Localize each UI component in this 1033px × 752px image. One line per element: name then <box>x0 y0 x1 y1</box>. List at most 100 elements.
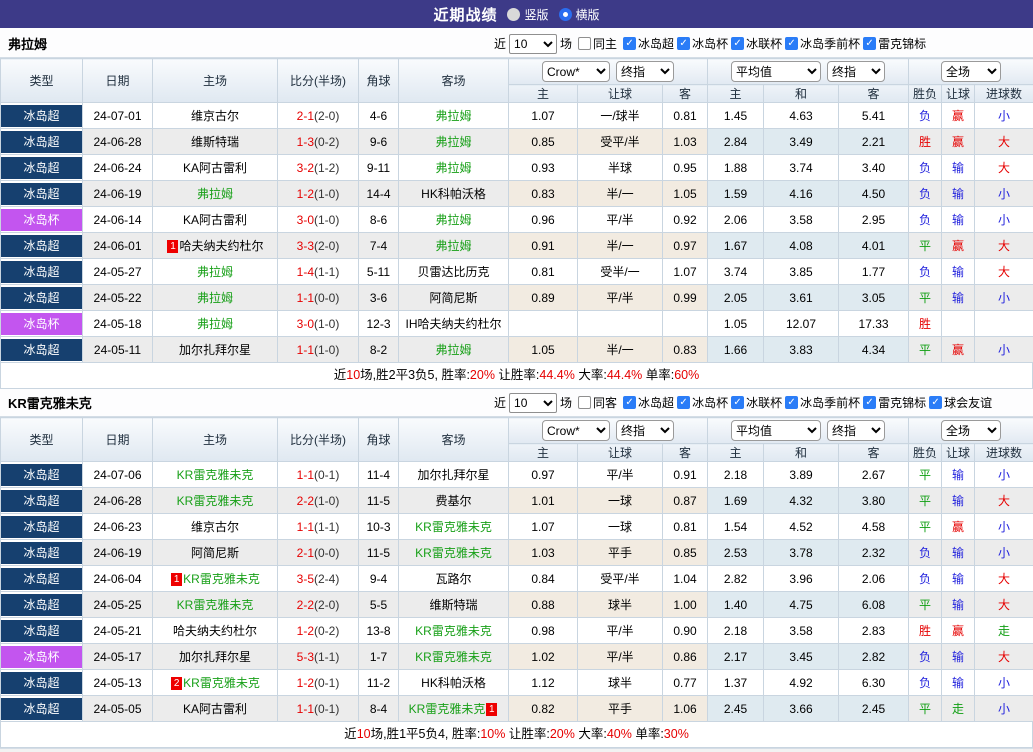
same-venue-filter[interactable]: 同主 <box>578 35 617 52</box>
company-odds-cell: 0.97 <box>663 233 708 259</box>
home-team-cell: 2KR雷克雅未克 <box>153 670 278 696</box>
league-filter[interactable]: ✓冰联杯 <box>731 394 782 411</box>
average-odds-select[interactable]: 平均值 <box>731 420 821 441</box>
layout-radio-horizontal[interactable]: 横版 <box>559 6 600 23</box>
checkbox-checked-icon[interactable]: ✓ <box>731 396 744 409</box>
average-odds-cell: 4.92 <box>764 670 839 696</box>
home-team-cell: KR雷克雅未克 <box>153 592 278 618</box>
average-odds-cell: 3.40 <box>839 155 909 181</box>
checkbox-checked-icon[interactable]: ✓ <box>863 37 876 50</box>
league-filter-label: 冰联杯 <box>746 394 782 411</box>
league-filter[interactable]: ✓冰岛杯 <box>677 35 728 52</box>
company-odds-cell: 受平/半 <box>578 566 663 592</box>
radio-unselected-icon[interactable] <box>507 8 520 21</box>
result-cell: 赢 <box>942 103 975 129</box>
league-filter[interactable]: ✓冰岛季前杯 <box>785 35 860 52</box>
subcol-result-handicap: 让球 <box>942 85 975 103</box>
same-venue-checkbox[interactable] <box>578 396 591 409</box>
col-corner: 角球 <box>359 59 399 103</box>
league-filter[interactable]: ✓冰岛杯 <box>677 394 728 411</box>
team-label: 瓦路尔 <box>435 572 471 586</box>
team-label: 费基尔 <box>435 494 471 508</box>
layout-radio-vertical[interactable]: 竖版 <box>507 6 548 23</box>
team-label: 维斯特瑞 <box>191 135 239 149</box>
league-filter[interactable]: ✓冰岛季前杯 <box>785 394 860 411</box>
odds-company-select[interactable]: Crow* <box>542 61 610 82</box>
league-filter[interactable]: ✓冰岛超 <box>623 394 674 411</box>
league-cell: 冰岛超 <box>1 592 83 618</box>
checkbox-checked-icon[interactable]: ✓ <box>623 37 636 50</box>
fulltime-score: 1-1 <box>297 291 314 305</box>
company-odds-cell: 平/半 <box>578 285 663 311</box>
average-odds-cell: 3.85 <box>764 259 839 285</box>
company-odds-time-select[interactable]: 终指 <box>616 61 674 82</box>
team-label: 弗拉姆 <box>435 343 471 357</box>
summary-stat: 10% <box>480 727 505 741</box>
company-odds-cell: 球半 <box>578 670 663 696</box>
average-odds-time-select[interactable]: 终指 <box>827 420 885 441</box>
recent-count-select[interactable]: 10 <box>509 393 557 413</box>
match-scope-select[interactable]: 全场 <box>941 420 1001 441</box>
league-filter[interactable]: ✓雷克锦标 <box>863 35 926 52</box>
halftime-score: (2-0) <box>314 239 339 253</box>
date-cell: 24-07-06 <box>83 462 153 488</box>
checkbox-checked-icon[interactable]: ✓ <box>929 396 942 409</box>
average-odds-cell: 2.82 <box>839 644 909 670</box>
result-cell: 平 <box>909 488 942 514</box>
subcol-result-handicap: 让球 <box>942 444 975 462</box>
match-scope-select[interactable]: 全场 <box>941 61 1001 82</box>
average-odds-cell: 2.83 <box>839 618 909 644</box>
average-odds-time-select[interactable]: 终指 <box>827 61 885 82</box>
result-cell: 负 <box>909 259 942 285</box>
average-odds-cell: 3.61 <box>764 285 839 311</box>
company-odds-time-select[interactable]: 终指 <box>616 420 674 441</box>
match-row: 冰岛超24-05-21哈夫纳夫约杜尔1-2(0-2)13-8KR雷克雅未克0.9… <box>1 618 1033 644</box>
average-odds-cell: 2.32 <box>839 540 909 566</box>
team-section: 弗拉姆 近 10 场 同主 ✓冰岛超✓冰岛杯✓冰联杯✓冰岛季前杯✓雷克锦标 <box>0 30 1033 389</box>
result-cell: 负 <box>909 155 942 181</box>
corners-cell: 9-4 <box>359 566 399 592</box>
league-filter[interactable]: ✓球会友谊 <box>929 394 992 411</box>
home-team-cell: 弗拉姆 <box>153 259 278 285</box>
away-team-cell: 弗拉姆 <box>399 155 509 181</box>
match-row: 冰岛超24-06-011哈夫纳夫约杜尔3-3(2-0)7-4弗拉姆0.91半/一… <box>1 233 1033 259</box>
league-filter[interactable]: ✓冰岛超 <box>623 35 674 52</box>
same-venue-checkbox[interactable] <box>578 37 591 50</box>
checkbox-checked-icon[interactable]: ✓ <box>677 37 690 50</box>
subcol-home-odds: 主 <box>509 85 578 103</box>
team-label: KR雷克雅未克 <box>415 546 492 560</box>
checkbox-checked-icon[interactable]: ✓ <box>863 396 876 409</box>
score-cell: 5-3(1-1) <box>278 644 359 670</box>
date-cell: 24-05-11 <box>83 337 153 363</box>
match-row: 冰岛超24-05-05KA阿古雷利1-1(0-1)8-4KR雷克雅未克10.82… <box>1 696 1033 722</box>
date-cell: 24-06-14 <box>83 207 153 233</box>
score-cell: 2-1(0-0) <box>278 540 359 566</box>
same-venue-filter[interactable]: 同客 <box>578 394 617 411</box>
home-team-cell: KR雷克雅未克 <box>153 462 278 488</box>
average-odds-cell: 3.74 <box>764 155 839 181</box>
league-filter[interactable]: ✓冰联杯 <box>731 35 782 52</box>
subcol-home-odds: 主 <box>509 444 578 462</box>
result-cell: 胜 <box>909 618 942 644</box>
average-odds-select[interactable]: 平均值 <box>731 61 821 82</box>
checkbox-checked-icon[interactable]: ✓ <box>623 396 636 409</box>
summary-text: 近 <box>344 727 357 741</box>
league-filter[interactable]: ✓雷克锦标 <box>863 394 926 411</box>
checkbox-checked-icon[interactable]: ✓ <box>677 396 690 409</box>
checkbox-checked-icon[interactable]: ✓ <box>731 37 744 50</box>
company-odds-cell: 0.90 <box>663 618 708 644</box>
team-label: 哈夫纳夫约杜尔 <box>173 624 257 638</box>
odds-company-select[interactable]: Crow* <box>542 420 610 441</box>
team-label: 阿简尼斯 <box>191 546 239 560</box>
summary-text: 场,胜2平3负5, 胜率: <box>360 368 470 382</box>
league-badge: 冰岛杯 <box>1 209 82 231</box>
team-label: KA阿古雷利 <box>183 702 247 716</box>
result-cell: 赢 <box>942 233 975 259</box>
team-label: 弗拉姆 <box>435 213 471 227</box>
checkbox-checked-icon[interactable]: ✓ <box>785 37 798 50</box>
result-cell: 大 <box>975 566 1033 592</box>
recent-count-select[interactable]: 10 <box>509 34 557 54</box>
league-cell: 冰岛超 <box>1 618 83 644</box>
radio-selected-icon[interactable] <box>559 8 572 21</box>
checkbox-checked-icon[interactable]: ✓ <box>785 396 798 409</box>
